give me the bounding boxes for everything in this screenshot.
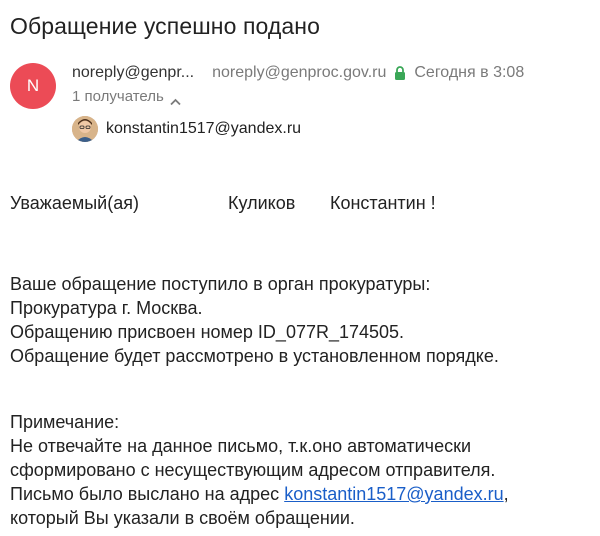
- email-link[interactable]: konstantin1517@yandex.ru: [284, 484, 503, 504]
- first-name: Константин !: [330, 193, 436, 213]
- email-date: Сегодня в 3:08: [414, 64, 525, 81]
- message-paragraph: Ваше обращение поступило в орган прокура…: [10, 272, 499, 368]
- last-name: Куликов: [228, 193, 296, 213]
- message-line: Ваше обращение поступило в орган прокура…: [10, 274, 431, 294]
- note-line: который Вы указали в своём обращении.: [10, 508, 355, 528]
- sender-row: noreply@genpr... noreply@genproc.gov.ru …: [72, 64, 524, 82]
- chevron-up-icon: [170, 93, 181, 105]
- sender-initial: N: [26, 76, 40, 95]
- email-subject: Обращение успешно подано: [10, 13, 321, 39]
- note-line-with-link: Письмо было выслано на адрес konstantin1…: [10, 482, 509, 506]
- note-label: Примечание:: [10, 412, 120, 432]
- greeting: Уважаемый(ая): [10, 193, 139, 213]
- recipient-email: konstantin1517@yandex.ru: [106, 120, 302, 137]
- sender-email[interactable]: noreply@genproc.gov.ru: [212, 64, 386, 82]
- note-text: Письмо было выслано на адрес: [10, 484, 285, 504]
- note-text: ,: [503, 484, 509, 504]
- sender-avatar[interactable]: N: [10, 63, 56, 109]
- message-line: Прокуратура г. Москва.: [10, 298, 203, 318]
- message-line: Обращение будет рассмотрено в установлен…: [10, 346, 499, 366]
- recipients-toggle[interactable]: 1 получатель: [72, 88, 181, 105]
- sender-name[interactable]: noreply@genpr...: [72, 64, 194, 82]
- recipients-count: 1 получатель: [72, 88, 164, 105]
- note-paragraph: Примечание: Не отвечайте на данное письм…: [10, 410, 509, 530]
- message-line: Обращению присвоен номер ID_077R_174505.: [10, 322, 405, 342]
- note-line: Не отвечайте на данное письмо, т.к.оно а…: [10, 436, 472, 456]
- note-line: сформировано с несуществующим адресом от…: [10, 460, 496, 480]
- recipient-chip[interactable]: konstantin1517@yandex.ru: [72, 116, 301, 142]
- lock-icon: [394, 66, 406, 80]
- recipient-avatar: [72, 116, 98, 142]
